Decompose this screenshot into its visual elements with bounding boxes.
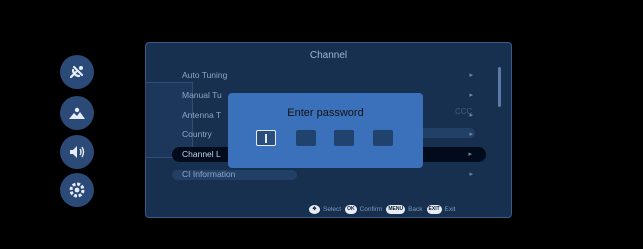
menu-item-ci-information[interactable]: CI Information ▸	[181, 167, 487, 182]
hint-select-label: Select	[323, 205, 342, 213]
menu-item-label: Country	[182, 129, 212, 139]
menu-title: Channel	[309, 50, 348, 61]
pin-digit-3[interactable]	[334, 130, 354, 146]
hint-exit-label: Exit	[444, 205, 456, 213]
footer-hints: ✥ Select OK Confirm MENU Back EXIT Exit	[305, 203, 456, 215]
exit-key-icon: EXIT	[426, 204, 442, 214]
chevron-right-icon: ▸	[469, 171, 473, 178]
menu-item-label: Channel L	[182, 149, 221, 159]
ok-key-icon: OK	[345, 204, 357, 214]
pin-digit-1[interactable]	[256, 130, 276, 146]
sound-icon[interactable]	[60, 135, 94, 169]
hint-back-label: Back	[408, 205, 423, 213]
text-cursor	[265, 133, 267, 143]
menu-scrollbar[interactable]	[498, 67, 501, 107]
password-dialog: Enter password	[228, 93, 423, 168]
chevron-right-icon: ▸	[469, 131, 473, 138]
menu-item-auto-tuning[interactable]: Auto Tuning ▸	[181, 68, 487, 83]
chevron-right-icon: ▸	[469, 92, 473, 99]
picture-icon[interactable]	[60, 96, 94, 130]
settings-icon[interactable]	[60, 173, 94, 207]
chevron-right-icon: ▸	[469, 72, 473, 79]
menu-item-label: Antenna T	[182, 110, 222, 120]
menu-item-label: Manual Tu	[182, 90, 222, 100]
pin-digit-2[interactable]	[296, 130, 316, 146]
menu-key-icon: MENU	[386, 204, 406, 214]
hint-confirm-label: Confirm	[359, 205, 383, 213]
navigation-pad-icon: ✥	[309, 204, 320, 214]
chevron-right-icon: ▸	[469, 112, 473, 119]
satellite-icon[interactable]	[60, 55, 94, 89]
dialog-title: Enter password	[287, 107, 364, 119]
menu-item-label: Auto Tuning	[182, 70, 228, 80]
menu-item-label: CI Information	[182, 169, 236, 179]
chevron-right-icon: ▸	[468, 151, 472, 158]
pin-digit-4[interactable]	[373, 130, 393, 146]
